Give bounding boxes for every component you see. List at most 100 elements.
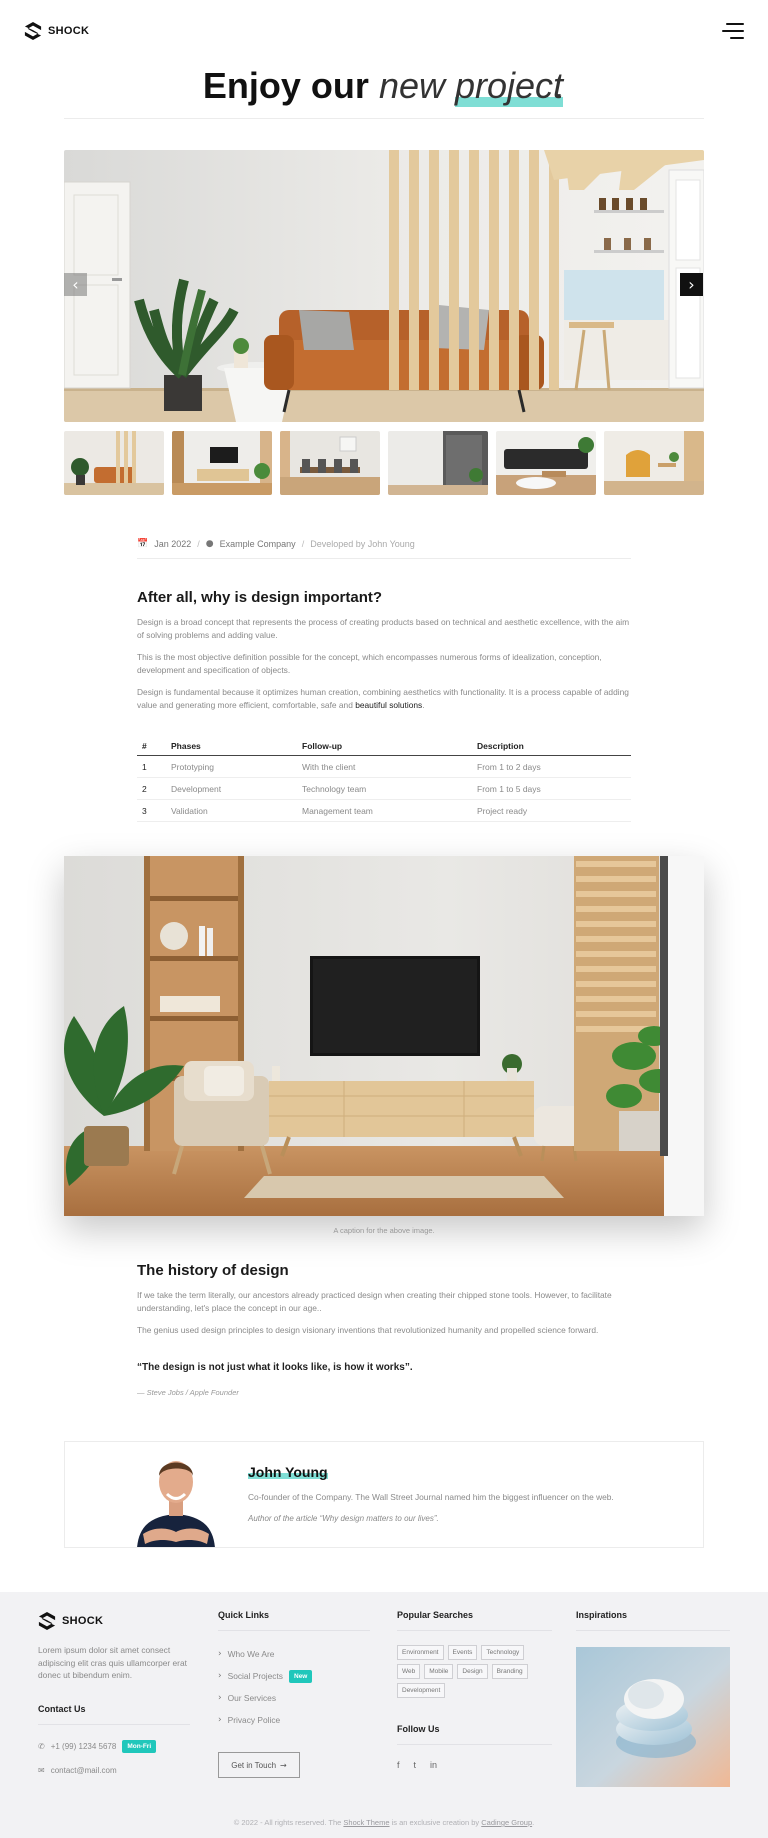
shock-logo-icon [38,1612,56,1630]
tag-environment[interactable]: Environment [397,1645,444,1660]
header: SHOCK [0,0,768,62]
section-heading-history: The history of design [137,1262,289,1279]
tag-development[interactable]: Development [397,1683,446,1698]
footer-description: Lorem ipsum dolor sit amet consect adipi… [38,1645,187,1680]
author-name[interactable]: John Young [248,1464,328,1480]
table-header: # [142,741,147,751]
contact-phone[interactable]: ✆ +1 (99) 1234 5678 Mon-Fri [38,1740,157,1753]
twitter-icon[interactable]: t [414,1760,417,1770]
quick-links-column: Quick Links › Who We Are › Social Projects… [218,1610,370,1731]
gallery-next-button[interactable]: › [680,273,703,296]
chevron-left-icon: ‹ [72,275,79,294]
phone-icon: ✆ [38,1742,45,1751]
paragraph-2: This is the most objective definition po… [137,652,602,675]
section-heading-design: After all, why is design important? [137,589,383,606]
featured-image [64,856,704,1216]
blockquote: “The design is not just what it looks li… [137,1362,413,1373]
tag-design[interactable]: Design [457,1664,488,1679]
title-highlight: project [455,65,564,107]
gallery-thumbnail-2[interactable] [172,431,272,495]
contact-email[interactable]: ✉ contact@mail.com [38,1766,117,1775]
arrow-right-icon: → [280,1760,287,1770]
chevron-right-icon: › [218,1693,222,1703]
paragraph-3: Design is fundamental because it optimiz… [137,687,629,710]
tag-technology[interactable]: Technology [481,1645,525,1660]
meta-divider [137,558,631,559]
page: SHOCK Enjoy our new project. ‹ › 📅 Jan 2… [0,0,768,1838]
follow-divider [397,1744,552,1745]
email-address: contact@mail.com [50,1766,117,1775]
contact-divider [38,1724,190,1725]
gallery-thumbnail-3[interactable] [280,431,380,495]
quick-link-who-we-are[interactable]: › Who We Are [218,1643,370,1665]
calendar-icon: 📅 [137,538,149,548]
shock-theme-link[interactable]: Shock Theme [343,1818,389,1827]
brand-logo[interactable]: SHOCK [24,21,89,41]
chevron-right-icon: › [218,1671,222,1681]
chevron-right-icon: › [218,1649,222,1659]
copyright: © 2022 - All rights reserved. The Shock … [233,1818,535,1827]
tag-web[interactable]: Web [397,1664,421,1679]
chevron-right-icon: › [218,1715,222,1725]
gallery-thumbnail-6[interactable] [604,431,704,495]
author-bio: Co-founder of the Company. The Wall Stre… [248,1492,614,1502]
footer-brand-name: SHOCK [62,1615,104,1627]
popular-searches-heading: Popular Searches [397,1610,474,1620]
gallery-thumbnail-1[interactable] [64,431,164,495]
inspiration-image[interactable] [576,1647,730,1787]
table-header: Description [477,741,524,751]
author-card: John Young Co-founder of the Company. Th… [64,1441,704,1548]
chevron-right-icon: › [688,275,695,294]
title-bold: Enjoy our [202,65,369,106]
phases-table: # Phases Follow-up Description 1 Prototy… [137,738,631,822]
table-header: Phases [171,741,201,751]
avatar [133,1446,219,1547]
image-caption: A caption for the above image. [333,1226,435,1235]
footer: SHOCK Lorem ipsum dolor sit amet consect… [0,1592,768,1838]
inspirations-heading: Inspirations [576,1610,628,1620]
footer-logo[interactable]: SHOCK [38,1611,103,1631]
cadinge-group-link[interactable]: Cadinge Group [481,1818,532,1827]
quick-link-social-projects[interactable]: › Social Projects New [218,1665,370,1687]
gallery-thumbnails [64,431,704,495]
post-meta: 📅 Jan 2022 / ● Example Company / Develop… [137,538,415,549]
table-header-row: # Phases Follow-up Description [137,738,631,756]
post-date: Jan 2022 [154,538,192,549]
tag-events[interactable]: Events [447,1645,478,1660]
get-in-touch-button[interactable]: Get in Touch → [218,1752,300,1778]
follow-heading: Follow Us [397,1724,440,1734]
quote-author: — Steve Jobs / Apple Founder [137,1388,239,1397]
paragraph-1: Design is a broad concept that represent… [137,617,630,640]
envelope-icon: ✉ [38,1766,45,1775]
tag-cloud: Environment Events Technology Web Mobile… [397,1645,547,1698]
table-row: 2 Development Technology team From 1 to … [137,778,631,800]
social-links: f t in [397,1760,437,1770]
contact-heading: Contact Us [38,1704,86,1714]
quick-link-our-services[interactable]: › Our Services [218,1687,370,1709]
quick-link-privacy-police[interactable]: › Privacy Police [218,1709,370,1731]
gallery-prev-button[interactable]: ‹ [64,273,87,296]
post-company[interactable]: Example Company [220,539,296,549]
author-note: Author of the article “Why design matter… [248,1514,439,1523]
tag-branding[interactable]: Branding [491,1664,528,1679]
brand-name: SHOCK [48,25,90,37]
linkedin-icon[interactable]: in [430,1760,437,1770]
gallery-thumbnail-5[interactable] [496,431,596,495]
title-divider [64,118,704,119]
table-row: 3 Validation Management team Project rea… [137,800,631,822]
popular-searches-column: Popular Searches Environment Events Tech… [397,1610,552,1698]
table-row: 1 Prototyping With the client From 1 to … [137,756,631,778]
tag-mobile[interactable]: Mobile [424,1664,454,1679]
phone-number: +1 (99) 1234 5678 [50,1742,117,1751]
history-paragraph-1: If we take the term literally, our ances… [137,1290,612,1313]
new-badge: New [289,1669,313,1683]
page-title: Enjoy our new project. [0,64,768,108]
gallery-thumbnail-4[interactable] [388,431,488,495]
apple-icon: ● [205,538,214,549]
hamburger-menu-icon[interactable] [722,22,744,40]
facebook-icon[interactable]: f [397,1760,400,1770]
gallery-main-image [64,150,704,422]
strong-text: beautiful solutions [355,700,423,710]
quick-links-heading: Quick Links [218,1610,270,1620]
title-light: new [378,65,445,106]
